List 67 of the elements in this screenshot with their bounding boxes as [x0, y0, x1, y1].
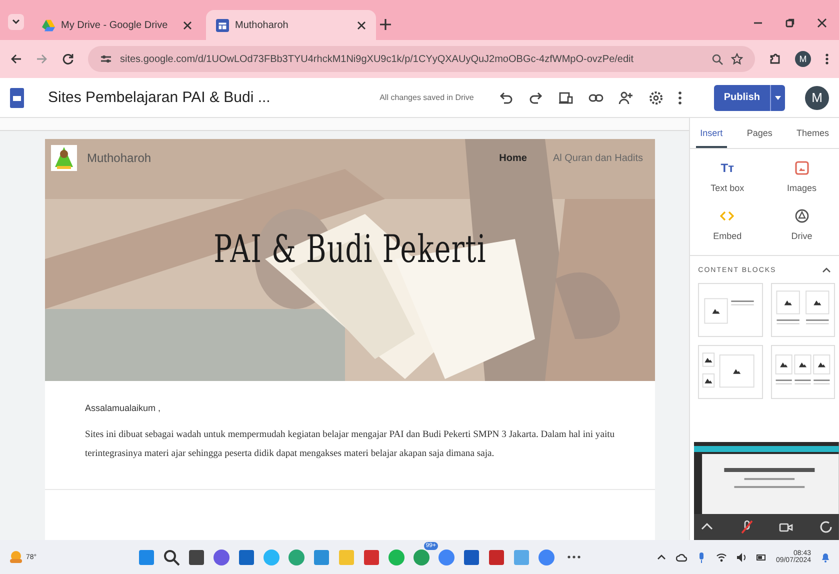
browser-tab[interactable]: Muthoharoh — [206, 10, 376, 40]
cloud-icon[interactable] — [676, 552, 687, 562]
panel-tab[interactable]: Pages — [742, 124, 776, 148]
menu-icon[interactable] — [825, 53, 829, 65]
code-icon — [720, 209, 734, 223]
browser-tab[interactable]: My Drive - Google Drive — [32, 10, 202, 40]
tile-icon[interactable] — [238, 548, 255, 566]
logo-icon — [51, 145, 77, 171]
insert-item[interactable]: Tт Text box — [690, 161, 765, 193]
site-settings-icon[interactable] — [100, 54, 112, 64]
image-icon — [794, 161, 809, 175]
tab-search-button[interactable] — [8, 14, 24, 30]
site-title[interactable]: Sites Pembelajaran PAI & Budi ... — [48, 89, 270, 106]
url-text: sites.google.com/d/1UOwLOd73FBb3TYU4rhckM1Ni9gXU9c1k/p/1CYyQXAUyQuJ2moOBGc-4zfWMpO-ovzPe/edit — [120, 54, 635, 64]
sites-icon — [216, 18, 229, 32]
close-icon[interactable] — [357, 20, 366, 30]
puzzle-icon[interactable] — [769, 53, 781, 65]
profile-avatar[interactable]: M — [795, 51, 811, 67]
address-field[interactable]: sites.google.com/d/1UOwLOd73FBb3TYU4rhckM1Ni9gXU9c1k/p/1CYyQXAUyQuJ2moOBGc-4zfWMpO-ovzPe/edit — [88, 46, 755, 72]
layout-thumbnail[interactable] — [698, 283, 763, 337]
more-icon[interactable] — [567, 555, 581, 559]
wifi-icon[interactable] — [716, 552, 727, 562]
add-person-icon[interactable] — [618, 90, 634, 106]
rotate-icon[interactable] — [819, 520, 833, 534]
panel-tab[interactable]: Themes — [792, 124, 833, 148]
tile-icon[interactable] — [313, 548, 330, 566]
battery-icon[interactable] — [756, 552, 767, 562]
text-box-icon: Tт — [720, 161, 734, 175]
undo-icon[interactable] — [498, 90, 514, 106]
greeting-text: Assalamualaikum , — [85, 403, 162, 413]
reload-icon[interactable] — [62, 53, 74, 65]
back-icon[interactable] — [10, 53, 22, 65]
insert-item[interactable]: Embed — [690, 209, 765, 241]
star-icon[interactable] — [731, 53, 743, 65]
close-icon[interactable] — [183, 20, 192, 30]
speaker-icon[interactable] — [736, 552, 747, 562]
panel-tab[interactable]: Insert — [696, 124, 727, 148]
insert-item[interactable]: Images — [764, 161, 839, 193]
hero-title: PAI & Budi Pekerti — [212, 227, 488, 271]
devices-icon[interactable] — [558, 90, 574, 106]
site-name[interactable]: Muthoharoh — [87, 151, 474, 165]
chevron-icon[interactable] — [822, 266, 831, 275]
chevron-icon[interactable] — [12, 19, 20, 25]
more-icon[interactable] — [678, 90, 682, 104]
layout-thumbnail[interactable] — [770, 283, 835, 337]
drive-icon — [794, 209, 809, 223]
drive-icon — [42, 18, 55, 32]
layout-thumbnail[interactable] — [698, 345, 763, 399]
redo-icon[interactable] — [528, 90, 544, 106]
account-avatar[interactable]: M — [805, 86, 829, 110]
square-icon[interactable] — [188, 548, 205, 566]
nav-link[interactable]: Home — [499, 152, 527, 164]
caret-icon[interactable] — [775, 96, 781, 100]
zoom-icon[interactable] — [712, 54, 723, 64]
sites-icon[interactable] — [10, 88, 24, 108]
search-icon[interactable] — [163, 548, 180, 566]
publish-button[interactable]: Publish — [714, 84, 785, 110]
bell-icon[interactable] — [820, 552, 831, 562]
settings-icon[interactable] — [648, 90, 664, 106]
restore-icon[interactable] — [785, 18, 795, 28]
save-status: All changes saved in Drive — [380, 93, 474, 102]
new-tab-icon[interactable] — [380, 19, 391, 30]
body-paragraph: Sites ini dibuat sebagai wadah untuk mempermudah kegiatan belajar mengajar PAI dan Budi Pekerti SMPN 3 Jakarta. Dalam hal ini yaitu terintegrasinya materi ajar sehingga peserta didik dapat mengakses materi belajar akapan saja dimana saja. — [85, 428, 615, 461]
layout-thumbnail[interactable] — [770, 345, 835, 399]
insert-item[interactable]: Drive — [764, 209, 839, 241]
close-icon[interactable] — [817, 18, 827, 28]
mic-off-icon[interactable] — [740, 520, 754, 534]
